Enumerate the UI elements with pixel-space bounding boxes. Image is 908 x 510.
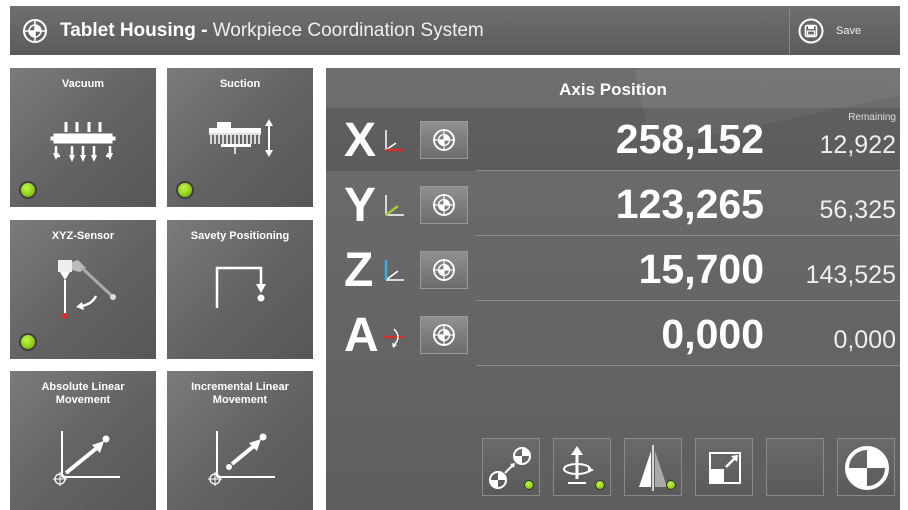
axis-y-origin-button[interactable] — [420, 186, 468, 224]
title-subtitle: Workpiece Coordination System — [207, 19, 484, 41]
axis-value: 0,000 — [661, 311, 764, 357]
axis-letter: Y — [344, 179, 377, 232]
axis-a-origin-button[interactable] — [420, 316, 468, 354]
crosshair-icon — [433, 194, 455, 216]
rotate-axis-button[interactable] — [553, 438, 611, 496]
page-title: Tablet Housing - Workpiece Coordination … — [60, 20, 484, 42]
axis-position-panel: Axis Position X 258,152 Remaining 12,922… — [326, 68, 900, 510]
save-button[interactable]: Save — [789, 6, 900, 55]
tile-xyz-sensor[interactable]: XYZ-Sensor — [10, 220, 156, 359]
axis-remaining: 56,325 — [819, 196, 896, 224]
tile-label: Incremental Linear Movement — [191, 381, 289, 406]
vacuum-icon — [50, 122, 116, 162]
axis-value: 123,265 — [615, 181, 764, 227]
axis-x-origin-button[interactable] — [420, 121, 468, 159]
axis-panel-title: Axis Position — [559, 80, 667, 99]
axis-row-a: A 0,000 0,000 — [326, 303, 900, 366]
status-led — [666, 480, 676, 490]
crosshair-icon — [433, 129, 455, 151]
empty-toolbar-slot — [766, 438, 824, 496]
tile-vacuum[interactable]: Vacuum — [10, 68, 156, 207]
status-led — [524, 480, 534, 490]
title-bar: Tablet Housing - Workpiece Coordination … — [10, 6, 900, 55]
origin-button[interactable] — [837, 438, 895, 496]
axis-row-x: X 258,152 Remaining 12,922 — [326, 108, 900, 171]
tile-label: Savety Positioning — [190, 230, 290, 242]
row-divider — [476, 170, 900, 171]
mirror-button[interactable] — [624, 438, 682, 496]
axis-letter: A — [344, 309, 379, 362]
status-led — [595, 480, 605, 490]
crosshair-icon — [433, 259, 455, 281]
tile-label: Absolute Linear Movement — [41, 381, 125, 406]
tile-incremental-linear-movement[interactable]: Incremental Linear Movement — [167, 371, 313, 510]
origin-icon — [845, 446, 889, 490]
crosshair-icon — [23, 18, 47, 43]
suction-icon — [209, 119, 273, 157]
status-led — [176, 181, 194, 199]
save-label: Save — [836, 24, 862, 37]
remaining-label: Remaining — [848, 112, 896, 123]
axis-z-origin-button[interactable] — [420, 251, 468, 289]
tile-label: XYZ-Sensor — [51, 230, 115, 242]
axis-remaining: 143,525 — [805, 261, 896, 289]
axis-row-y: Y 123,265 56,325 — [326, 173, 900, 236]
axis-value: 258,152 — [615, 116, 764, 162]
tile-safety-positioning[interactable]: Savety Positioning — [167, 220, 313, 359]
title-bold: Tablet Housing - — [60, 19, 208, 41]
safety-positioning-icon — [215, 266, 266, 308]
axis-remaining: 12,922 — [819, 131, 896, 159]
crosshair-icon — [433, 324, 455, 346]
a-axis-rotation-icon — [384, 328, 404, 348]
row-divider — [476, 365, 900, 366]
status-led — [19, 181, 37, 199]
y-axis-glyph-icon — [385, 195, 404, 216]
z-axis-glyph-icon — [384, 260, 404, 281]
scale-icon — [709, 452, 741, 484]
coordinate-transfer-button[interactable] — [482, 438, 540, 496]
axis-value: 15,700 — [638, 246, 764, 292]
axis-remaining: 0,000 — [833, 326, 896, 354]
status-led — [19, 333, 37, 351]
axis-letter: Z — [344, 244, 374, 297]
x-axis-glyph-icon — [385, 130, 404, 152]
scale-button[interactable] — [695, 438, 753, 496]
tile-absolute-linear-movement[interactable]: Absolute Linear Movement — [10, 371, 156, 510]
axis-row-z: Z 15,700 143,525 — [326, 238, 900, 301]
save-icon — [798, 18, 824, 43]
xyz-sensor-icon — [58, 260, 116, 319]
tile-suction[interactable]: Suction — [167, 68, 313, 207]
absolute-linear-movement-icon — [53, 431, 120, 486]
row-divider — [476, 300, 900, 301]
tile-label: Suction — [219, 78, 261, 90]
row-divider — [476, 235, 900, 236]
incremental-linear-movement-icon — [208, 431, 275, 486]
tile-label: Vacuum — [61, 78, 105, 90]
axis-letter: X — [344, 114, 377, 167]
